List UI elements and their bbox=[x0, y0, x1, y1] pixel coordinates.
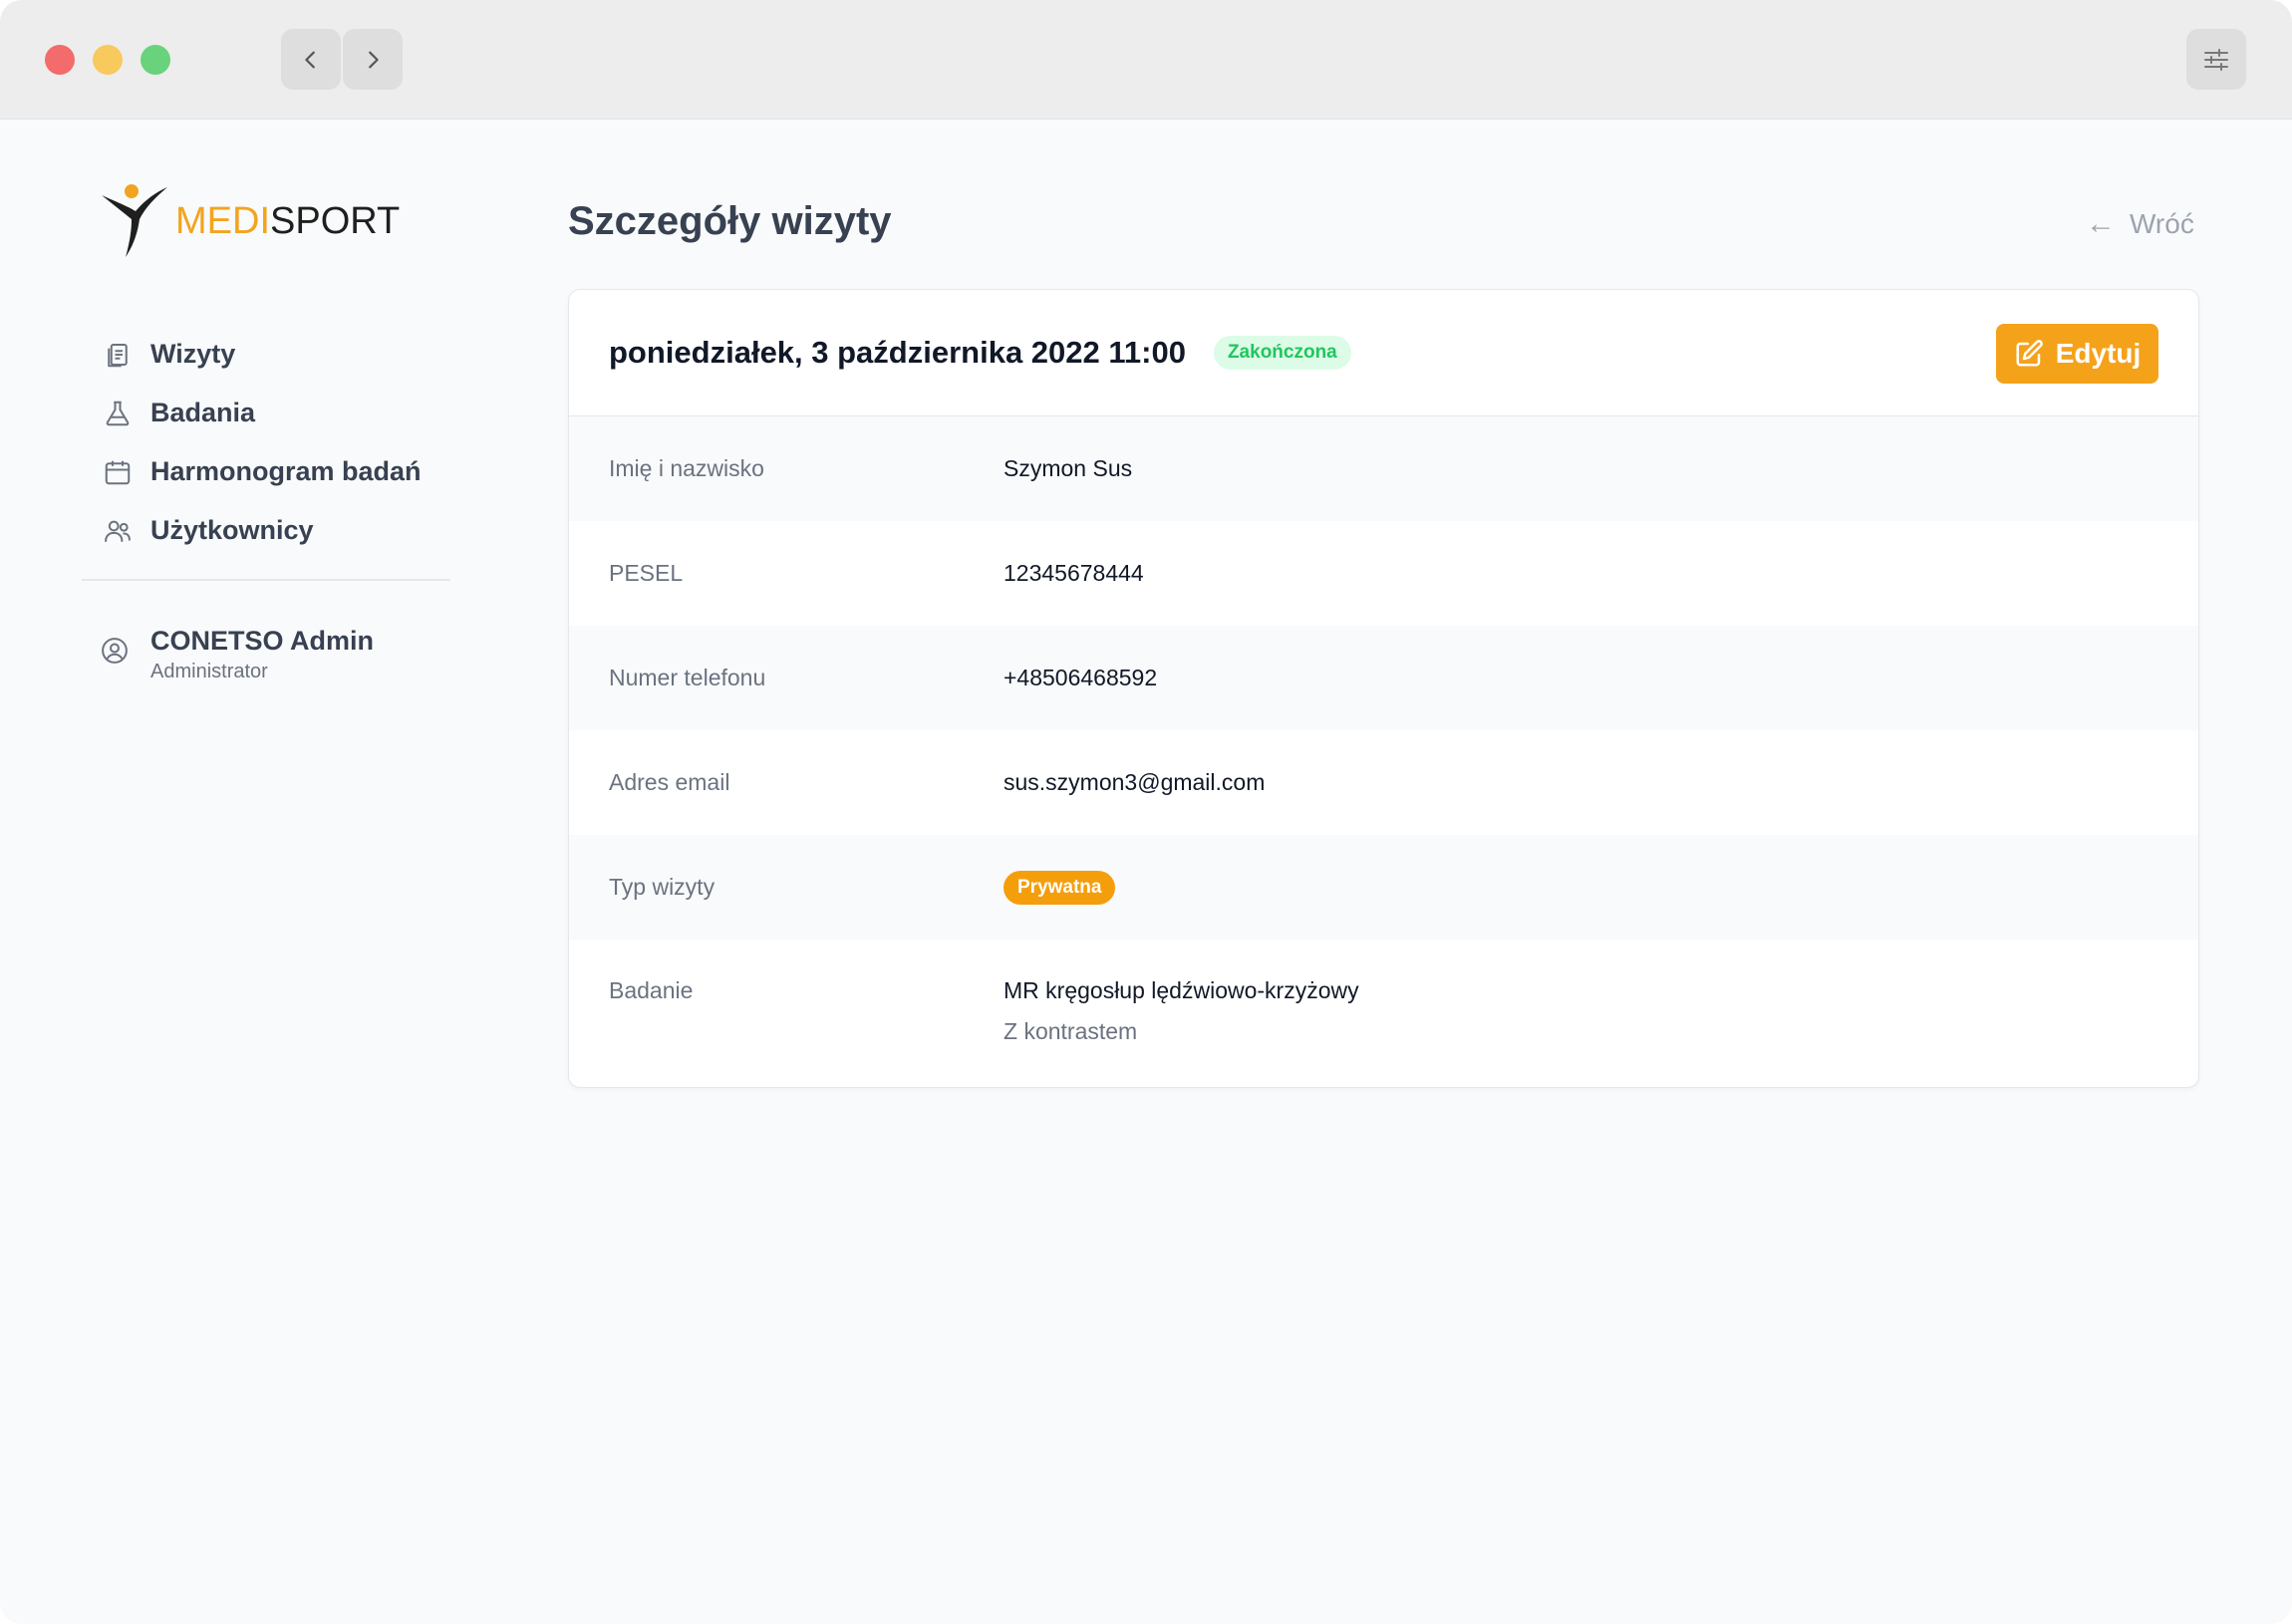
edit-button-label: Edytuj bbox=[2055, 338, 2142, 369]
sidebar-item-badania[interactable]: Badania bbox=[100, 384, 458, 442]
logo-sport-text: SPORT bbox=[270, 199, 401, 242]
sidebar-item-harmonogram[interactable]: Harmonogram badań bbox=[100, 442, 458, 501]
sidebar-item-wizyty[interactable]: Wizyty bbox=[100, 325, 458, 384]
sidebar-item-label: Wizyty bbox=[150, 339, 236, 369]
detail-row-examination: Badanie MR kręgosłup lędźwiowo-krzyżowy … bbox=[569, 940, 2198, 1081]
detail-row-phone: Numer telefonu +48506468592 bbox=[569, 626, 2198, 730]
sidebar-divider bbox=[82, 579, 450, 581]
back-link[interactable]: ← Wróć bbox=[2086, 207, 2194, 241]
logo-medi-text: MEDI bbox=[175, 199, 270, 242]
medisport-logo[interactable]: MEDISPORT bbox=[100, 181, 400, 261]
app-window: MEDISPORT Wizyty Badania Harmonogram bad… bbox=[0, 0, 2292, 1624]
user-name: CONETSO Admin bbox=[150, 626, 375, 656]
detail-label: Typ wizyty bbox=[609, 874, 716, 900]
detail-label: Imię i nazwisko bbox=[609, 455, 764, 481]
detail-value: 12345678444 bbox=[1003, 560, 1144, 586]
sidebar-item-uzytkownicy[interactable]: Użytkownicy bbox=[100, 501, 458, 560]
arrow-left-icon: ← bbox=[2086, 207, 2116, 240]
detail-value: Szymon Sus bbox=[1003, 455, 1133, 481]
detail-label: Badanie bbox=[609, 977, 694, 1003]
detail-label: PESEL bbox=[609, 560, 684, 586]
visit-date: poniedziałek, 3 października 2022 11:00 bbox=[609, 335, 1186, 370]
status-badge: Zakończona bbox=[1213, 336, 1351, 370]
logo-figure-icon bbox=[102, 184, 167, 257]
window-settings-button[interactable] bbox=[2186, 29, 2246, 90]
window-titlebar bbox=[0, 0, 2292, 120]
detail-value: +48506468592 bbox=[1003, 665, 1158, 690]
detail-value: MR kręgosłup lędźwiowo-krzyżowy bbox=[1003, 977, 1359, 1003]
detail-value: sus.szymon3@gmail.com bbox=[1003, 769, 1266, 795]
flask-icon bbox=[100, 396, 136, 431]
detail-subvalue: Z kontrastem bbox=[1003, 1018, 1138, 1044]
edit-icon bbox=[2014, 339, 2044, 369]
sidebar-nav: Wizyty Badania Harmonogram badań Użytkow… bbox=[100, 325, 458, 560]
browser-forward-button[interactable] bbox=[343, 29, 403, 90]
close-window-button[interactable] bbox=[45, 45, 75, 75]
sliders-icon bbox=[2204, 48, 2228, 71]
chevron-left-icon bbox=[305, 51, 315, 68]
visit-type-badge: Prywatna bbox=[1003, 870, 1116, 905]
chevron-right-icon bbox=[369, 51, 379, 68]
user-role: Administrator bbox=[150, 661, 268, 682]
sidebar-item-label: Harmonogram badań bbox=[150, 456, 422, 486]
detail-label: Adres email bbox=[609, 769, 730, 795]
detail-row-visit-type: Typ wizyty Prywatna bbox=[569, 835, 2198, 940]
maximize-window-button[interactable] bbox=[141, 45, 170, 75]
detail-label: Numer telefonu bbox=[609, 665, 766, 690]
card-header: poniedziałek, 3 października 2022 11:00 … bbox=[569, 290, 2198, 416]
browser-back-button[interactable] bbox=[281, 29, 341, 90]
sidebar-item-label: Badania bbox=[150, 398, 256, 427]
detail-row-name: Imię i nazwisko Szymon Sus bbox=[569, 416, 2198, 521]
edit-button[interactable]: Edytuj bbox=[1996, 324, 2158, 384]
logo-text: MEDISPORT bbox=[175, 200, 400, 243]
minimize-window-button[interactable] bbox=[93, 45, 123, 75]
user-circle-icon bbox=[100, 636, 136, 672]
detail-row-email: Adres email sus.szymon3@gmail.com bbox=[569, 730, 2198, 835]
visit-details-card: poniedziałek, 3 października 2022 11:00 … bbox=[568, 289, 2199, 1088]
users-icon bbox=[100, 513, 136, 549]
page-title: Szczegóły wizyty bbox=[568, 199, 892, 243]
detail-row-pesel: PESEL 12345678444 bbox=[569, 521, 2198, 626]
current-user[interactable]: CONETSO Admin Administrator bbox=[100, 625, 374, 683]
back-link-label: Wróć bbox=[2130, 208, 2194, 239]
calendar-icon bbox=[100, 454, 136, 490]
sidebar-item-label: Użytkownicy bbox=[150, 515, 314, 545]
clipboard-icon bbox=[100, 337, 136, 373]
